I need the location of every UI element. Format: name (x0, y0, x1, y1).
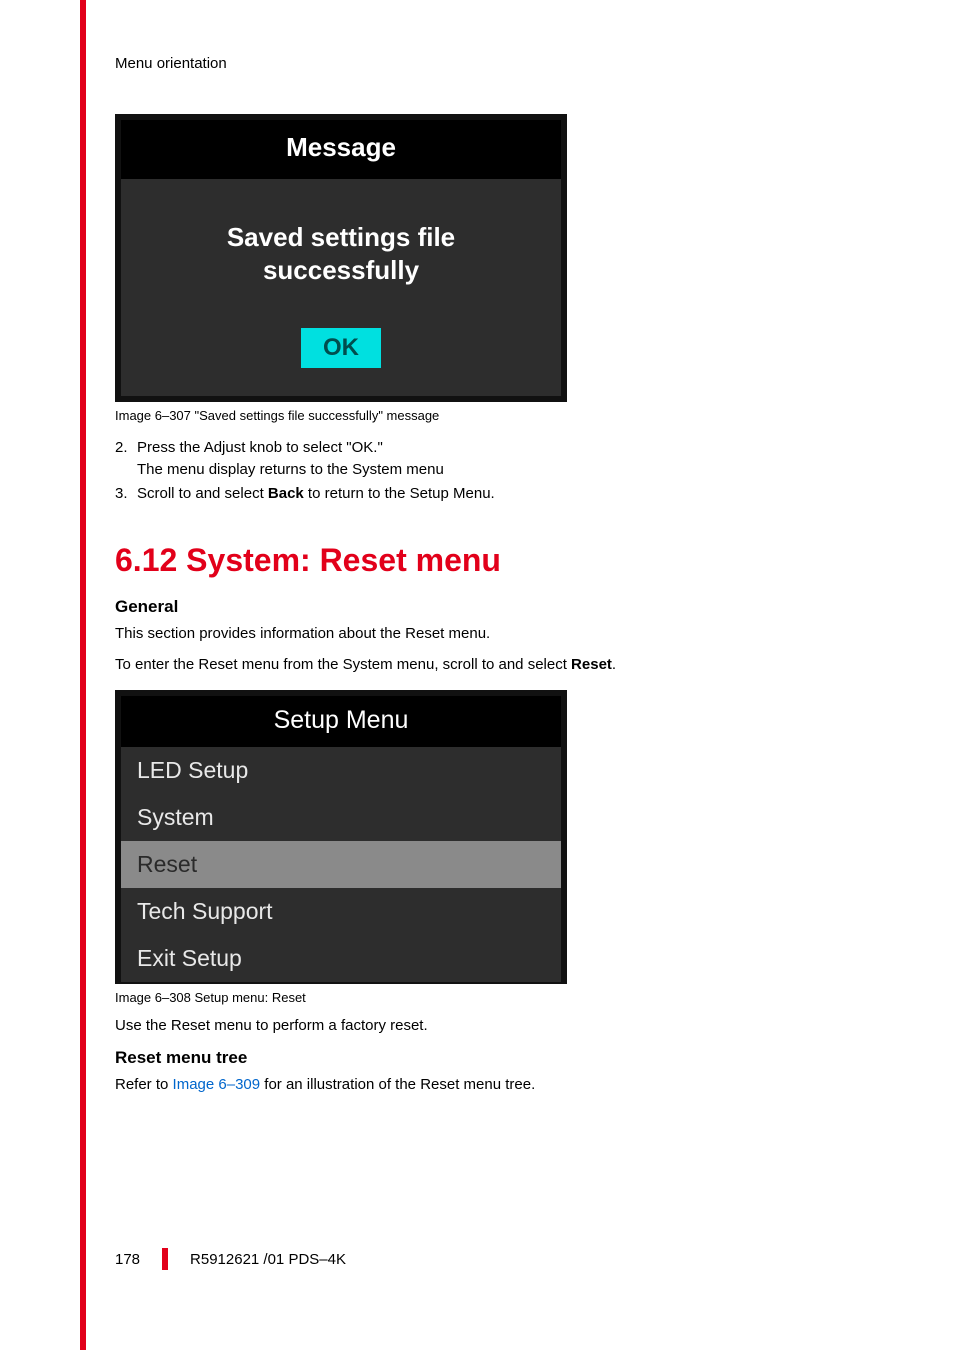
step-3: 3. Scroll to and select Back to return t… (115, 483, 885, 505)
setup-menu-item-tech-support[interactable]: Tech Support (121, 888, 561, 935)
subheading-reset-menu-tree: Reset menu tree (115, 1048, 885, 1068)
dialog-body-text: Saved settings file successfully (131, 221, 551, 286)
step-2-line1: Press the Adjust knob to select "OK." (137, 437, 885, 459)
document-id: R5912621 /01 PDS–4K (190, 1251, 346, 1268)
step-3-bold: Back (268, 485, 304, 502)
para-general-2-post: . (612, 656, 616, 673)
step-2-number: 2. (115, 437, 137, 481)
step-3-pre: Scroll to and select (137, 485, 268, 502)
step-2-line2: The menu display returns to the System m… (137, 459, 885, 481)
para-rmt-pre: Refer to (115, 1076, 173, 1093)
subheading-general: General (115, 597, 885, 617)
step-3-post: to return to the Setup Menu. (304, 485, 495, 502)
para-general-2: To enter the Reset menu from the System … (115, 654, 885, 677)
setup-menu-list: LED SetupSystemResetTech SupportExit Set… (121, 747, 561, 982)
step-3-number: 3. (115, 483, 137, 505)
ok-button[interactable]: OK (301, 328, 381, 368)
page-footer: 178 R5912621 /01 PDS–4K (115, 1248, 346, 1270)
para-general-1: This section provides information about … (115, 623, 885, 646)
left-accent-bar (80, 0, 86, 1350)
figure-caption-307: Image 6–307 "Saved settings file success… (115, 408, 567, 423)
section-heading-6-12: 6.12 System: Reset menu (115, 542, 885, 579)
para-general-2-bold: Reset (571, 656, 612, 673)
para-after-308: Use the Reset menu to perform a factory … (115, 1015, 885, 1038)
page-number: 178 (115, 1251, 140, 1268)
section-header: Menu orientation (115, 55, 885, 72)
step-2: 2. Press the Adjust knob to select "OK."… (115, 437, 885, 481)
figure-saved-settings-message: Message Saved settings file successfully… (115, 114, 567, 423)
setup-menu-item-exit-setup[interactable]: Exit Setup (121, 935, 561, 982)
setup-menu-item-led-setup[interactable]: LED Setup (121, 747, 561, 794)
para-rmt-post: for an illustration of the Reset menu tr… (260, 1076, 535, 1093)
setup-menu-item-reset[interactable]: Reset (121, 841, 561, 888)
para-general-2-pre: To enter the Reset menu from the System … (115, 656, 571, 673)
figure-caption-308: Image 6–308 Setup menu: Reset (115, 990, 567, 1005)
dialog-title: Message (121, 120, 561, 179)
setup-menu-item-system[interactable]: System (121, 794, 561, 841)
para-reset-menu-tree: Refer to Image 6–309 for an illustration… (115, 1074, 885, 1097)
link-image-6-309[interactable]: Image 6–309 (173, 1076, 261, 1093)
setup-menu-title: Setup Menu (121, 696, 561, 747)
dialog-body-line2: successfully (263, 255, 419, 285)
footer-separator (162, 1248, 168, 1270)
figure-setup-menu-reset: Setup Menu LED SetupSystemResetTech Supp… (115, 690, 567, 1005)
dialog-body-line1: Saved settings file (227, 222, 455, 252)
